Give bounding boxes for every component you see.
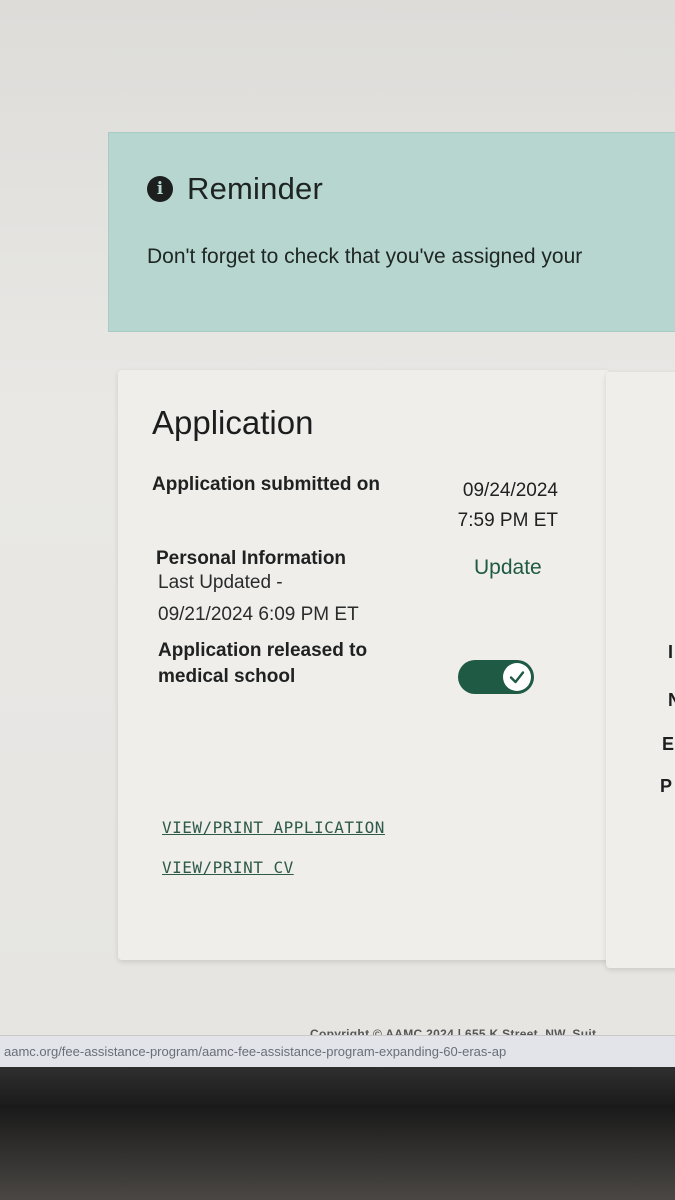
status-url: aamc.org/fee-assistance-program/aamc-fee… (4, 1044, 507, 1059)
info-icon: i (147, 176, 173, 202)
view-print-application-link[interactable]: VIEW/PRINT APPLICATION (162, 818, 385, 837)
check-icon (509, 671, 525, 684)
card-title: Application (152, 404, 314, 441)
adjacent-card-text-4: P (660, 776, 673, 796)
last-updated-label: Last Updated - (158, 572, 283, 593)
adjacent-card-text-2: N (668, 690, 675, 710)
toggle-knob (503, 663, 531, 691)
adjacent-card-text-3: E (662, 734, 675, 754)
reminder-text: Don't forget to check that you've assign… (147, 245, 583, 268)
update-link[interactable]: Update (474, 556, 542, 580)
submitted-label: Application submitted on (152, 474, 380, 495)
application-card: Application Application submitted on 09/… (118, 370, 610, 960)
page: i Reminder Don't forget to check that yo… (0, 0, 675, 1041)
adjacent-card: I N E P (606, 372, 675, 968)
browser-status-bar: aamc.org/fee-assistance-program/aamc-fee… (0, 1035, 675, 1067)
reminder-title: Reminder (187, 171, 323, 206)
submitted-time: 7:59 PM ET (457, 510, 558, 531)
released-toggle[interactable] (458, 660, 534, 694)
view-print-cv-link[interactable]: VIEW/PRINT CV (162, 858, 294, 877)
reminder-banner: i Reminder Don't forget to check that yo… (108, 132, 675, 332)
monitor-bezel (0, 1067, 675, 1200)
last-updated-value: 09/21/2024 6:09 PM ET (158, 604, 359, 625)
released-label: Application released to medical school (158, 640, 368, 687)
reminder-header: i Reminder (147, 171, 323, 207)
adjacent-card-text-1: I (668, 642, 674, 662)
personal-info-label: Personal Information (156, 548, 347, 569)
submitted-date: 09/24/2024 (462, 480, 558, 501)
